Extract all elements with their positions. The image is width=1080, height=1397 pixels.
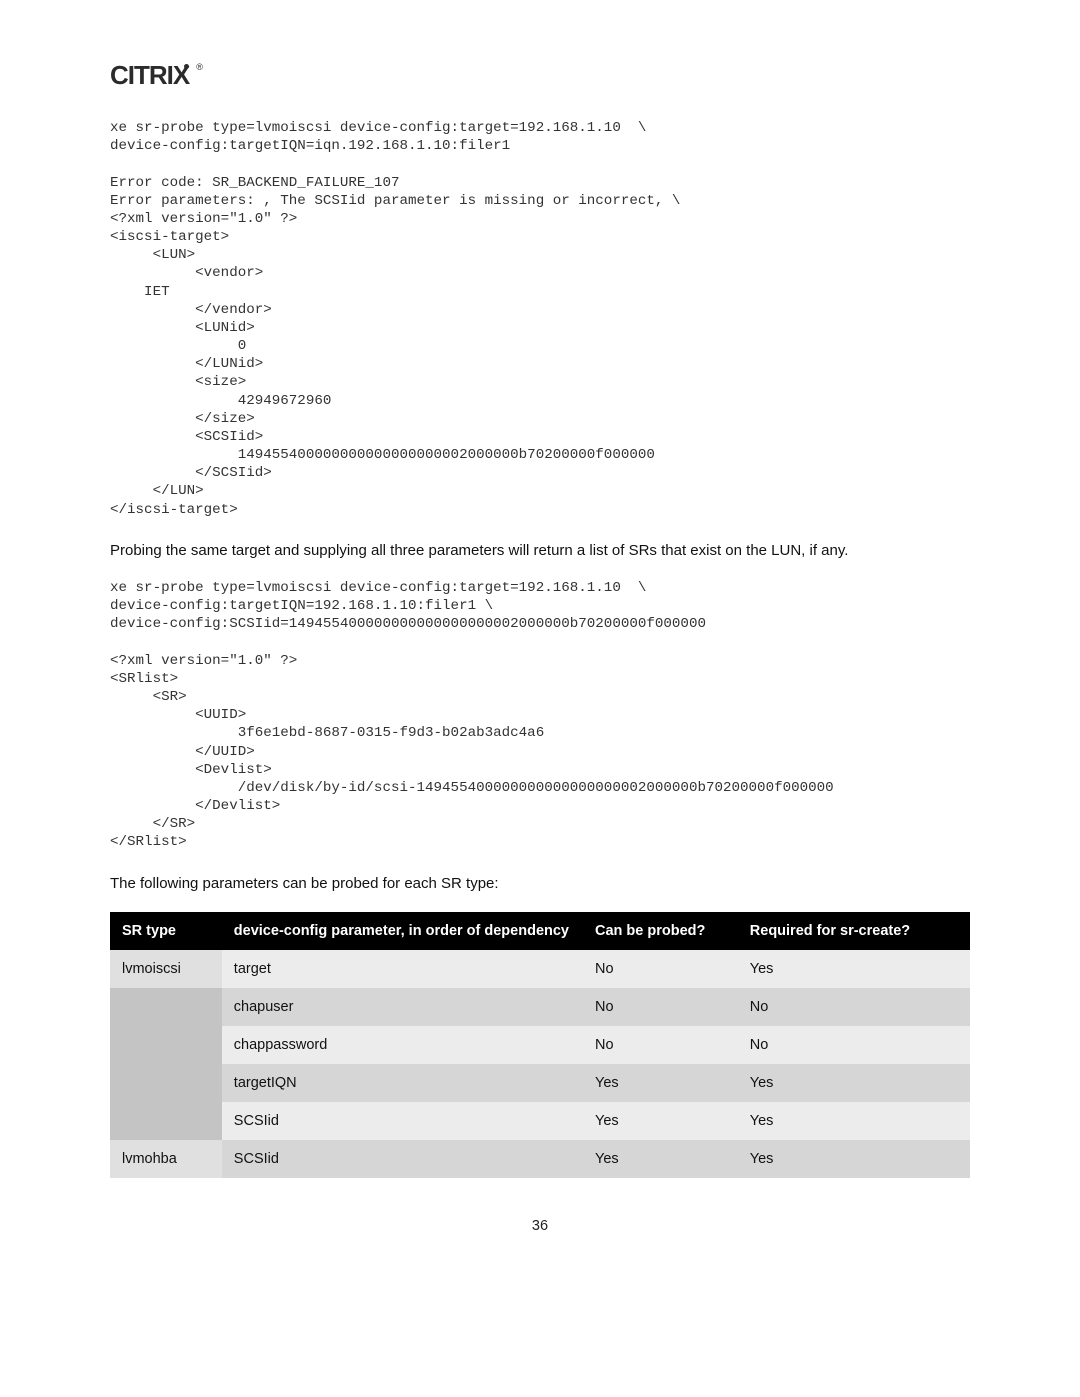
page-number: 36: [110, 1218, 970, 1234]
cell-device-config: target: [222, 950, 583, 988]
paragraph-table-intro: The following parameters can be probed f…: [110, 874, 970, 894]
cell-can-probe: No: [583, 1026, 738, 1064]
citrix-logo: CITRIX ®: [110, 60, 970, 91]
cell-device-config: chappassword: [222, 1026, 583, 1064]
logo-text: CITRIX: [110, 60, 189, 90]
cell-device-config: SCSIid: [222, 1102, 583, 1140]
table-row: chapuserNoNo: [110, 988, 970, 1026]
cell-sr-type: lvmoiscsi: [110, 950, 222, 988]
paragraph-probe-result: Probing the same target and supplying al…: [110, 541, 970, 561]
cell-sr-type: [110, 1064, 222, 1102]
cell-can-probe: No: [583, 950, 738, 988]
cell-sr-type: lvmohba: [110, 1140, 222, 1178]
code-block-probe-iqn: xe sr-probe type=lvmoiscsi device-config…: [110, 119, 970, 519]
table-row: chappasswordNoNo: [110, 1026, 970, 1064]
cell-can-probe: Yes: [583, 1102, 738, 1140]
cell-required: No: [738, 1026, 970, 1064]
cell-required: Yes: [738, 1064, 970, 1102]
th-required: Required for sr-create?: [738, 912, 970, 950]
th-device-config: device-config parameter, in order of dep…: [222, 912, 583, 950]
cell-can-probe: Yes: [583, 1064, 738, 1102]
cell-can-probe: Yes: [583, 1140, 738, 1178]
cell-sr-type: [110, 1026, 222, 1064]
cell-required: No: [738, 988, 970, 1026]
sr-probe-parameters-table: SR type device-config parameter, in orde…: [110, 912, 970, 1178]
code-block-probe-srlist: xe sr-probe type=lvmoiscsi device-config…: [110, 579, 970, 852]
cell-sr-type: [110, 988, 222, 1026]
table-row: lvmohbaSCSIidYesYes: [110, 1140, 970, 1178]
table-row: targetIQNYesYes: [110, 1064, 970, 1102]
cell-device-config: chapuser: [222, 988, 583, 1026]
cell-required: Yes: [738, 950, 970, 988]
cell-device-config: SCSIid: [222, 1140, 583, 1178]
table-row: lvmoiscsitargetNoYes: [110, 950, 970, 988]
table-header-row: SR type device-config parameter, in orde…: [110, 912, 970, 950]
logo-registered-icon: ®: [196, 62, 202, 72]
cell-required: Yes: [738, 1140, 970, 1178]
table-body: lvmoiscsitargetNoYeschapuserNoNochappass…: [110, 950, 970, 1178]
th-can-probe: Can be probed?: [583, 912, 738, 950]
cell-sr-type: [110, 1102, 222, 1140]
table-row: SCSIidYesYes: [110, 1102, 970, 1140]
cell-required: Yes: [738, 1102, 970, 1140]
th-sr-type: SR type: [110, 912, 222, 950]
cell-can-probe: No: [583, 988, 738, 1026]
cell-device-config: targetIQN: [222, 1064, 583, 1102]
